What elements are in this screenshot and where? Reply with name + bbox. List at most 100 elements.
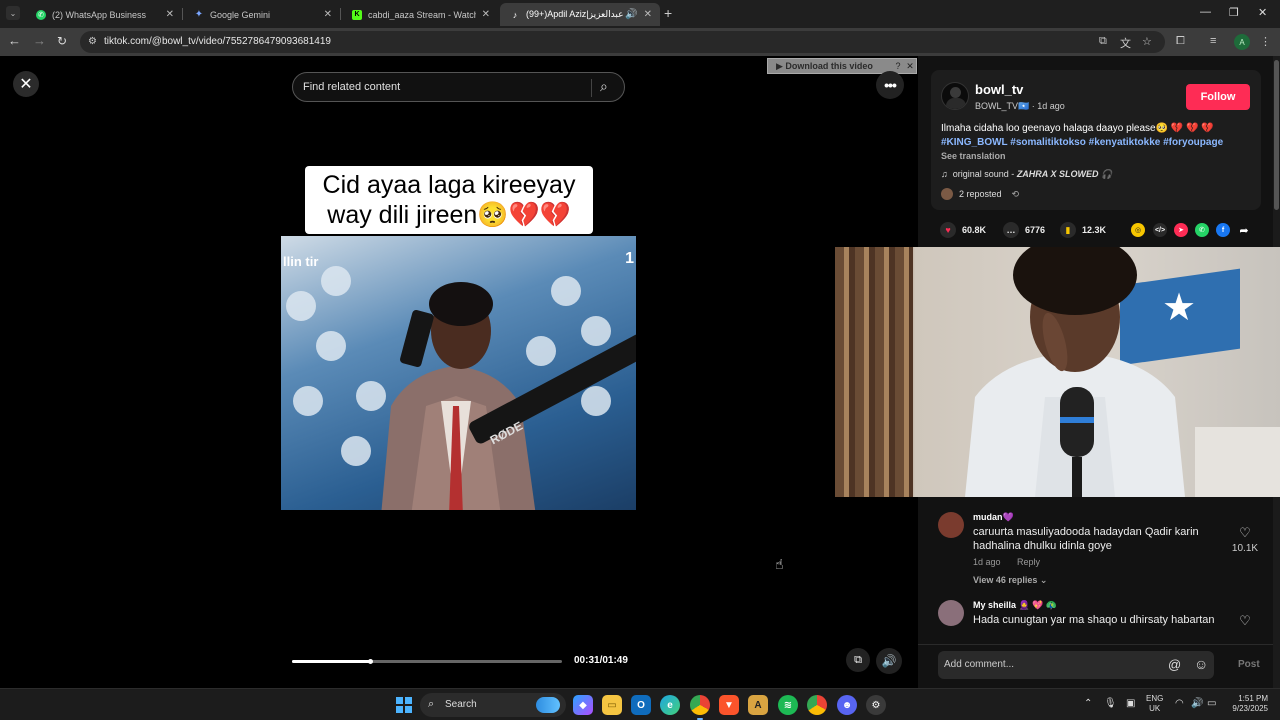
embed-code-icon[interactable]: </> xyxy=(1153,223,1167,237)
close-tab-icon[interactable]: ✕ xyxy=(166,9,174,20)
sound-link[interactable]: ♫ original sound - ZAHRA X SLOWED 🎧 xyxy=(941,169,1112,180)
copilot-icon[interactable]: ◆ xyxy=(573,695,593,715)
emoji-icon[interactable]: ☺ xyxy=(1194,656,1208,672)
view-replies-link[interactable]: View 46 replies ⌄ xyxy=(973,575,1047,586)
bookmark-icon[interactable]: ▮ xyxy=(1060,222,1076,238)
reload-button[interactable]: ↻ xyxy=(57,34,67,48)
send-icon[interactable]: ➤ xyxy=(1174,223,1188,237)
commenter-avatar[interactable] xyxy=(938,512,964,538)
edge-icon[interactable]: e xyxy=(660,695,680,715)
video-progress-bar[interactable] xyxy=(292,659,562,664)
post-hashtags[interactable]: #KING_BOWL #somalitiktokso #kenyatiktokk… xyxy=(941,137,1257,148)
related-search-box[interactable]: Find related content ⌕ xyxy=(292,72,625,102)
menu-icon[interactable]: ⋮ xyxy=(1260,35,1271,48)
chrome-profile-icon[interactable] xyxy=(807,695,827,715)
download-label[interactable]: ▶ Download this video xyxy=(768,61,892,72)
close-tab-icon[interactable]: ✕ xyxy=(324,9,332,20)
discord-icon[interactable]: ☻ xyxy=(837,695,857,715)
taskbar-search[interactable]: ⌕ Search xyxy=(420,693,566,717)
tab-kick-stream[interactable]: K cabdi_aaza Stream - Watch Live ✕ xyxy=(342,3,498,26)
like-action[interactable]: ♥ 60.8K xyxy=(940,222,986,238)
close-tab-icon[interactable]: ✕ xyxy=(482,9,490,20)
wifi-icon[interactable]: ◠ xyxy=(1175,698,1184,709)
file-explorer-icon[interactable]: ▭ xyxy=(602,695,622,715)
battery-icon[interactable]: ▭ xyxy=(1207,698,1216,709)
microphone-icon[interactable]: 🎙 xyxy=(1104,698,1117,709)
post-comment-button[interactable]: Post xyxy=(1238,659,1260,670)
video-player[interactable]: Find related content ⌕ Cid ayaa laga kir… xyxy=(281,56,636,688)
address-bar[interactable]: ⚙ tiktok.com/@bowl_tv/video/755278647909… xyxy=(80,31,1165,53)
language-indicator[interactable]: ENG UK xyxy=(1146,694,1163,714)
streamer-figure xyxy=(965,247,1185,497)
forward-button[interactable]: → xyxy=(33,34,46,48)
share-arrow-icon[interactable]: ➦ xyxy=(1237,223,1251,237)
site-info-icon[interactable]: ⚙ xyxy=(88,36,97,47)
author-username[interactable]: bowl_tv xyxy=(975,82,1023,97)
brave-icon[interactable]: ▼ xyxy=(719,695,739,715)
video-frame[interactable]: llin tir 1 RØDE xyxy=(281,236,636,510)
extensions-icon[interactable]: ⧠ xyxy=(1176,35,1185,48)
profile-avatar[interactable]: A xyxy=(1234,34,1250,50)
show-hidden-icons[interactable]: ⌃ xyxy=(1084,698,1092,709)
reposted-count: 2 reposted xyxy=(959,189,1002,199)
close-icon[interactable]: ✕ xyxy=(904,61,916,72)
author-avatar[interactable] xyxy=(941,82,969,110)
display-icon[interactable]: ▣ xyxy=(1126,698,1135,709)
comment-action[interactable]: … 6776 xyxy=(1003,222,1045,238)
picture-in-picture-icon[interactable]: ⧉ xyxy=(846,648,870,672)
system-clock[interactable]: 1:51 PM 9/23/2025 xyxy=(1222,694,1268,714)
windows-start-icon[interactable] xyxy=(396,697,412,713)
tab-tiktok[interactable]: ♪ (99+)Apdil Aziz|عبدالعزيز ( 🔊 ✕ xyxy=(500,3,660,26)
outlook-icon[interactable]: O xyxy=(631,695,651,715)
volume-icon[interactable]: 🔊 xyxy=(1191,698,1203,709)
follow-button[interactable]: Follow xyxy=(1186,84,1250,110)
help-icon[interactable]: ? xyxy=(892,61,904,71)
translate-icon[interactable]: 文 xyxy=(1120,35,1131,51)
duet-share-icon[interactable]: ◎ xyxy=(1131,223,1145,237)
commenter-name[interactable]: mudan💜 xyxy=(973,512,1014,523)
tab-search-button[interactable]: ⌄ xyxy=(6,6,20,20)
url-text[interactable]: tiktok.com/@bowl_tv/video/75527864790936… xyxy=(104,36,331,47)
chrome-icon[interactable] xyxy=(690,695,710,720)
comment-item: mudan💜 caruurta masuliyadooda hadaydan Q… xyxy=(938,512,1258,592)
tab-whatsapp[interactable]: ✆ (2) WhatsApp Business ✕ xyxy=(26,3,182,26)
media-control-icon[interactable]: ≡ xyxy=(1210,35,1216,47)
mouse-cursor-icon: ☝ xyxy=(775,556,784,572)
heart-icon[interactable]: ♥ xyxy=(940,222,956,238)
progress-knob[interactable] xyxy=(368,659,374,664)
steam-icon[interactable]: ⚙ xyxy=(866,695,886,715)
comment-like-icon[interactable]: ♡ xyxy=(1230,613,1260,629)
comment-input[interactable]: Add comment... @ ☺ xyxy=(938,651,1214,679)
save-action[interactable]: ▮ 12.3K xyxy=(1060,222,1106,238)
restore-button[interactable]: ❐ xyxy=(1229,6,1239,19)
bookmark-star-icon[interactable]: ☆ xyxy=(1142,35,1152,48)
comment-like-icon[interactable]: ♡ xyxy=(1230,525,1260,541)
video-caption-overlay: Cid ayaa laga kireeyay way dili jireen🥺💔… xyxy=(305,166,593,234)
close-tab-icon[interactable]: ✕ xyxy=(644,9,652,20)
new-tab-button[interactable]: + xyxy=(664,6,672,20)
gemini-icon: ✦ xyxy=(194,9,204,20)
reply-link[interactable]: Reply xyxy=(1017,557,1040,567)
search-icon[interactable]: ⌕ xyxy=(600,78,608,95)
reposted-info[interactable]: 2 reposted ⟲ xyxy=(941,188,1019,200)
minimize-button[interactable]: — xyxy=(1200,6,1211,18)
comment-icon[interactable]: … xyxy=(1003,222,1019,238)
cast-icon[interactable]: ⧉ xyxy=(1099,35,1107,48)
commenter-avatar[interactable] xyxy=(938,600,964,626)
mention-icon[interactable]: @ xyxy=(1168,657,1181,672)
repost-icon[interactable]: ⟲ xyxy=(1012,189,1020,200)
see-translation-link[interactable]: See translation xyxy=(941,151,1006,161)
ai-app-icon[interactable]: A xyxy=(748,695,768,715)
window-close-button[interactable]: ✕ xyxy=(1258,6,1267,19)
spotify-icon[interactable]: ≋ xyxy=(778,695,798,715)
audio-playing-icon[interactable]: 🔊 xyxy=(625,9,637,20)
tab-gemini[interactable]: ✦ Google Gemini ✕ xyxy=(184,3,340,26)
post-description: Ilmaha cidaha loo geenayo halaga daayo p… xyxy=(941,123,1214,134)
close-video-button[interactable]: ✕ xyxy=(13,71,39,97)
volume-icon[interactable]: 🔊 xyxy=(876,648,902,674)
more-options-button[interactable]: ••• xyxy=(876,71,904,99)
whatsapp-share-icon[interactable]: ✆ xyxy=(1195,223,1209,237)
back-button[interactable]: ← xyxy=(8,34,21,48)
facebook-share-icon[interactable]: f xyxy=(1216,223,1230,237)
commenter-name[interactable]: My sheilla 🧕 💖 🦚 xyxy=(973,600,1057,611)
